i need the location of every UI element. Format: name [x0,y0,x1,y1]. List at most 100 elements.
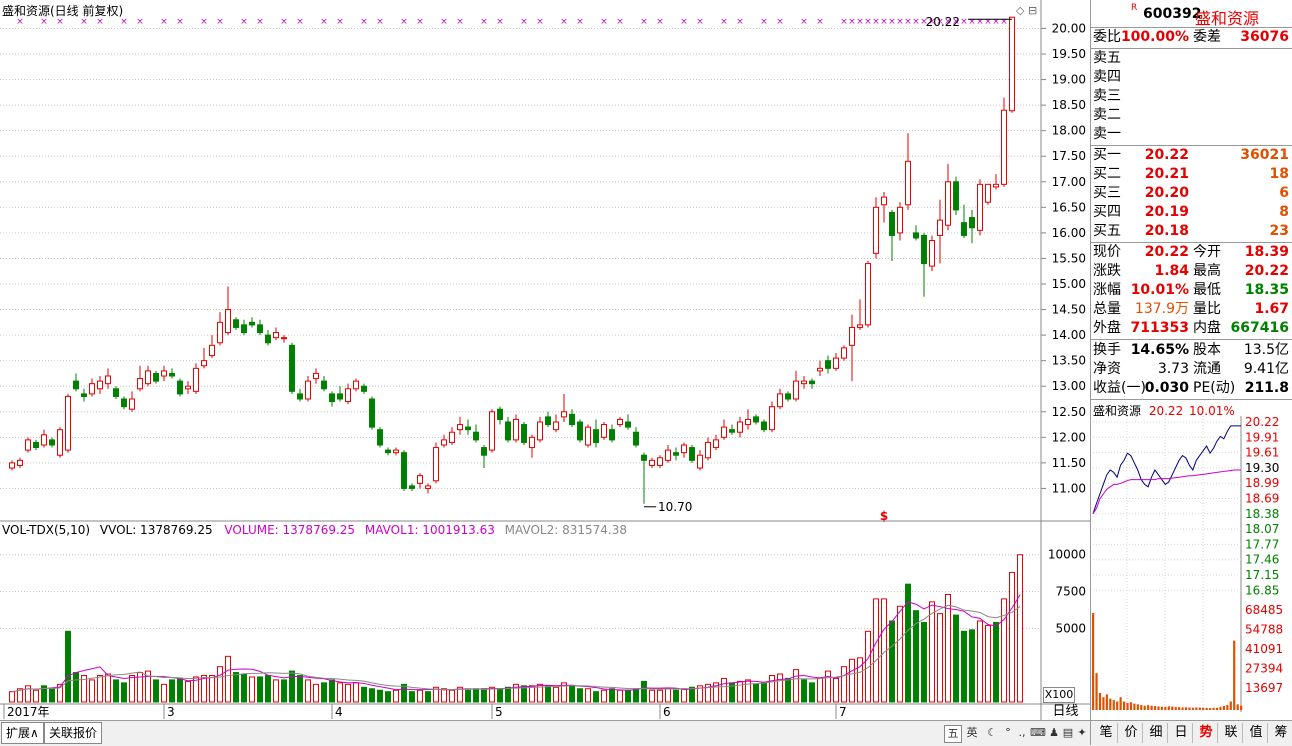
signal-mark: × [872,17,880,27]
candle-body [409,485,415,489]
buy1-vol: 36021 [1240,147,1289,163]
candle-body [17,459,23,466]
volume-bar [177,677,183,703]
volume-bar [825,670,831,703]
signal-mark: × [696,17,704,27]
volume-bar [873,598,879,703]
chart-background [0,0,1090,720]
candle-body [345,388,351,403]
volume-bar [201,674,207,703]
keyboard-icon[interactable]: ⌨ [1030,725,1046,741]
intraday-grid [1093,416,1242,712]
mini-volume-bar [1240,705,1243,710]
mini-volume-bar [1153,706,1157,710]
stat-value: 20.22 [1144,244,1189,260]
panel-tab-4[interactable]: 势 [1195,723,1218,743]
volume-bar [265,674,271,703]
candle-body [561,411,567,418]
volume-bar [889,620,895,703]
volume-bar [113,679,119,703]
fund-value: 13.5亿 [1243,342,1289,358]
candle-body [729,429,735,433]
sell5-row[interactable]: 卖五 [1091,49,1292,68]
panel-tab-1[interactable]: 价 [1120,723,1143,743]
candle-body [745,418,751,426]
skin-icon[interactable]: ▤ [1060,725,1076,741]
fund-value: 14.65% [1130,342,1189,358]
buy5-label: 买五 [1093,223,1121,239]
tab-related-quotes[interactable]: 关联报价 [44,722,103,744]
ime-english-icon[interactable]: 英 [964,725,980,741]
tab-expand[interactable]: 扩展∧ [1,722,44,744]
volume-bar [89,679,95,703]
buy1-row[interactable]: 买一 20.22 36021 [1091,146,1292,165]
settings-icon[interactable]: ✦ [1074,725,1090,741]
candle-body [105,375,111,385]
volume-bar [977,620,983,703]
volume-bar [681,688,687,703]
panel-tab-5[interactable]: 联 [1220,723,1243,743]
volume-bar [721,677,727,703]
vol-unit-label: X100 [1043,687,1075,703]
sell2-row[interactable]: 卖二 [1091,106,1292,125]
intraday-chart[interactable]: 20.2219.91 19.6119.3018.99 18.6918.3818.07… [1091,416,1292,712]
panel-tab-0[interactable]: 笔 [1095,723,1118,743]
candle-body [401,452,407,489]
candle-body [153,372,159,382]
period-label[interactable]: 日线 [1043,704,1088,720]
volume-bar [449,689,455,703]
candle-body [817,367,823,372]
signal-mark: × [256,17,264,27]
buy2-vol: 18 [1269,166,1289,182]
sell3-row[interactable]: 卖三 [1091,87,1292,106]
panel-tab-6[interactable]: 值 [1245,723,1268,743]
candle-body [169,372,175,377]
buy1-price: 20.22 [1144,147,1189,163]
candle-body [217,321,223,344]
volume-bar [369,688,375,703]
candle-body [497,408,503,420]
panel-tab-7[interactable]: 筹 [1270,723,1292,743]
panel-tab-2[interactable]: 细 [1145,723,1168,743]
punctuation-icon[interactable]: ° [1000,725,1016,741]
candle-body [177,380,183,395]
mini-price-tick: 18.99 [1245,476,1279,490]
fund-label: PE(动) [1193,380,1236,396]
candle-body [425,485,431,489]
user-icon[interactable]: ♟ [1046,725,1062,741]
candle-body [305,380,311,400]
candle-body [865,263,871,326]
mini-volume-bar [1098,693,1102,710]
buy4-row[interactable]: 买四 20.19 8 [1091,203,1292,222]
volume-bar [313,683,319,703]
weicha-value: 36076 [1240,29,1289,45]
fund-label: 净资 [1093,361,1121,377]
buy2-row[interactable]: 买二 20.21 18 [1091,165,1292,184]
volume-bar [345,683,351,703]
volume-bar [25,685,31,703]
panel-tab-3[interactable]: 日 [1170,723,1193,743]
signal-mark: × [1000,17,1008,27]
candle-body [785,393,791,400]
volume-bar [921,621,927,703]
low-label: 10.70 [658,500,692,514]
kline-chart[interactable]: × × × × × × × × × × × × × × × × × × × × × × × × × × × × × × × × × × × × × × × ×… [0,0,1090,720]
volume-bar [33,689,39,703]
sell1-row[interactable]: 卖一 [1091,125,1292,144]
ime-five-icon[interactable]: 五 [944,725,962,743]
mini-volume-bar [1102,697,1105,710]
volume-bar [929,601,935,703]
sell4-row[interactable]: 卖四 [1091,68,1292,87]
candle-body [273,332,279,339]
fullwidth-icon[interactable]: ., [1014,725,1030,741]
buy3-row[interactable]: 买三 20.20 6 [1091,184,1292,203]
signal-mark: × [992,17,1000,27]
mini-vol-tick: 54788 [1245,623,1283,637]
candle-body [361,385,367,392]
buy5-row[interactable]: 买五 20.18 23 [1091,222,1292,241]
moon-icon[interactable]: ☾ [984,725,1000,741]
volume-bar [1017,554,1023,703]
candle-body [545,416,551,426]
fund-label: 股本 [1193,342,1221,358]
signal-mark: × [520,17,528,27]
